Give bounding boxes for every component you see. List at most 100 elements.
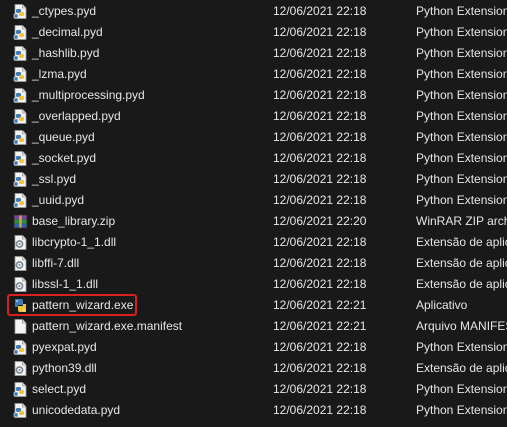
file-row[interactable]: base_library.zip 12/06/2021 22:20 WinRAR Z… (0, 211, 507, 232)
file-date-modified: 12/06/2021 22:18 (273, 382, 367, 396)
file-type: WinRAR ZIP archi (416, 214, 507, 228)
file-name: libffi-7.dll (32, 256, 80, 270)
file-type: Extensão de aplic (416, 361, 507, 375)
python-extension-icon (13, 151, 28, 166)
file-list: _ctypes.pyd 12/06/2021 22:18 Python Extens… (0, 0, 507, 427)
file-type: Python Extension (416, 25, 507, 39)
file-row[interactable]: unicodedata.pyd 12/06/2021 22:18 Python Ex… (0, 400, 507, 421)
file-type: Python Extension (416, 130, 507, 144)
file-type: Python Extension (416, 109, 507, 123)
file-date-modified: 12/06/2021 22:18 (273, 361, 367, 375)
winrar-archive-icon (13, 214, 28, 229)
file-date-modified: 12/06/2021 22:18 (273, 235, 367, 249)
blank-file-icon (13, 319, 28, 334)
file-name: python39.dll (32, 361, 97, 375)
python-extension-icon (13, 67, 28, 82)
file-type: Extensão de aplic (416, 235, 507, 249)
python-extension-icon (13, 172, 28, 187)
file-name: select.pyd (32, 382, 87, 396)
file-name: pattern_wizard.exe (32, 298, 134, 312)
file-name: _socket.pyd (32, 151, 97, 165)
file-type: Python Extension (416, 340, 507, 354)
file-type: Python Extension (416, 403, 507, 417)
file-name: _multiprocessing.pyd (32, 88, 145, 102)
python-extension-icon (13, 193, 28, 208)
file-type: Extensão de aplic (416, 277, 507, 291)
file-name: _uuid.pyd (32, 193, 85, 207)
file-row[interactable]: _ctypes.pyd 12/06/2021 22:18 Python Extens… (0, 1, 507, 22)
file-date-modified: 12/06/2021 22:18 (273, 151, 367, 165)
file-row[interactable]: _hashlib.pyd 12/06/2021 22:18 Python Exten… (0, 43, 507, 64)
file-name: libssl-1_1.dll (32, 277, 99, 291)
file-type: Python Extension (416, 67, 507, 81)
file-date-modified: 12/06/2021 22:18 (273, 25, 367, 39)
python-exe-icon (13, 298, 28, 313)
file-row[interactable]: _multiprocessing.pyd 12/06/2021 22:18 Pyth… (0, 85, 507, 106)
file-date-modified: 12/06/2021 22:18 (273, 109, 367, 123)
file-row[interactable]: _socket.pyd 12/06/2021 22:18 Python Extens… (0, 148, 507, 169)
file-name: pyexpat.pyd (32, 340, 97, 354)
file-name: _lzma.pyd (32, 67, 87, 81)
file-name: libcrypto-1_1.dll (32, 235, 117, 249)
file-date-modified: 12/06/2021 22:18 (273, 67, 367, 81)
file-row[interactable]: _decimal.pyd 12/06/2021 22:18 Python Exten… (0, 22, 507, 43)
file-row[interactable]: _lzma.pyd 12/06/2021 22:18 Python Extensio… (0, 64, 507, 85)
file-name: _queue.pyd (32, 130, 95, 144)
file-type: Arquivo MANIFES (416, 319, 507, 333)
file-row[interactable]: libcrypto-1_1.dll 12/06/2021 22:18 Extensã… (0, 232, 507, 253)
file-date-modified: 12/06/2021 22:18 (273, 88, 367, 102)
python-extension-icon (13, 340, 28, 355)
file-name: _hashlib.pyd (32, 46, 100, 60)
file-row[interactable]: python39.dll 12/06/2021 22:18 Extensão de … (0, 358, 507, 379)
python-extension-icon (13, 109, 28, 124)
file-row[interactable]: pyexpat.pyd 12/06/2021 22:18 Python Extens… (0, 337, 507, 358)
file-type: Extensão de aplic (416, 256, 507, 270)
file-row[interactable]: libffi-7.dll 12/06/2021 22:18 Extensão de … (0, 253, 507, 274)
file-date-modified: 12/06/2021 22:18 (273, 256, 367, 270)
python-extension-icon (13, 88, 28, 103)
file-type: Python Extension (416, 4, 507, 18)
file-name: pattern_wizard.exe.manifest (32, 319, 183, 333)
file-name: _decimal.pyd (32, 25, 103, 39)
file-row[interactable]: _ssl.pyd 12/06/2021 22:18 Python Extension (0, 169, 507, 190)
file-row[interactable]: select.pyd 12/06/2021 22:18 Python Extensi… (0, 379, 507, 400)
file-type: Python Extension (416, 88, 507, 102)
file-date-modified: 12/06/2021 22:20 (273, 214, 367, 228)
dll-icon (13, 277, 28, 292)
dll-icon (13, 235, 28, 250)
file-name: _ssl.pyd (32, 172, 77, 186)
file-date-modified: 12/06/2021 22:18 (273, 46, 367, 60)
file-type: Aplicativo (416, 298, 468, 312)
file-name: _ctypes.pyd (32, 4, 97, 18)
file-type: Python Extension (416, 172, 507, 186)
file-row[interactable]: pattern_wizard.exe 12/06/2021 22:21 Aplica… (0, 295, 507, 316)
file-row[interactable]: _uuid.pyd 12/06/2021 22:18 Python Extensio… (0, 190, 507, 211)
file-row[interactable]: libssl-1_1.dll 12/06/2021 22:18 Extensão d… (0, 274, 507, 295)
python-extension-icon (13, 4, 28, 19)
dll-icon (13, 256, 28, 271)
file-type: Python Extension (416, 193, 507, 207)
file-date-modified: 12/06/2021 22:18 (273, 4, 367, 18)
file-date-modified: 12/06/2021 22:18 (273, 277, 367, 291)
python-extension-icon (13, 403, 28, 418)
file-date-modified: 12/06/2021 22:18 (273, 340, 367, 354)
file-date-modified: 12/06/2021 22:21 (273, 298, 367, 312)
file-type: Python Extension (416, 382, 507, 396)
file-date-modified: 12/06/2021 22:18 (273, 172, 367, 186)
file-type: Python Extension (416, 151, 507, 165)
file-type: Python Extension (416, 46, 507, 60)
file-name: _overlapped.pyd (32, 109, 121, 123)
file-row[interactable]: _overlapped.pyd 12/06/2021 22:18 Python Ex… (0, 106, 507, 127)
file-date-modified: 12/06/2021 22:21 (273, 319, 367, 333)
python-extension-icon (13, 25, 28, 40)
python-extension-icon (13, 46, 28, 61)
file-date-modified: 12/06/2021 22:18 (273, 403, 367, 417)
file-row[interactable]: _queue.pyd 12/06/2021 22:18 Python Extensi… (0, 127, 507, 148)
dll-icon (13, 361, 28, 376)
file-date-modified: 12/06/2021 22:18 (273, 193, 367, 207)
python-extension-icon (13, 382, 28, 397)
python-extension-icon (13, 130, 28, 145)
file-row[interactable]: pattern_wizard.exe.manifest 12/06/2021 22… (0, 316, 507, 337)
file-date-modified: 12/06/2021 22:18 (273, 130, 367, 144)
file-name: base_library.zip (32, 214, 116, 228)
